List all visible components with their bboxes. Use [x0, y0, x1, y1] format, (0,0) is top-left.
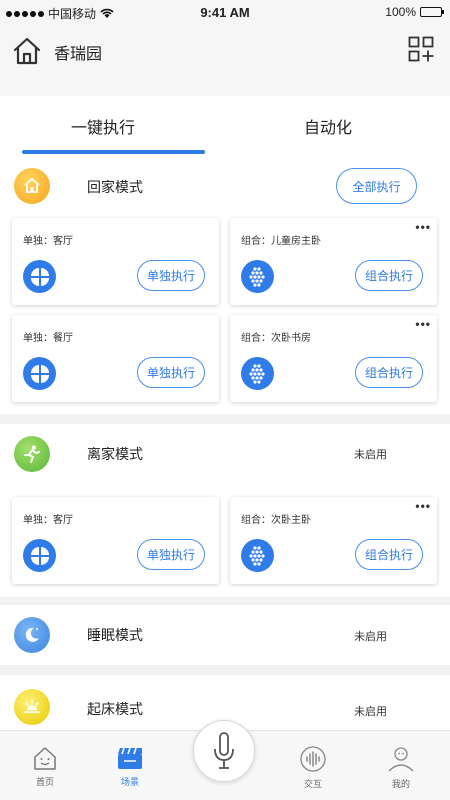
battery-icon — [420, 7, 444, 17]
scene-card[interactable]: 组合：次卧书房 ••• 组合执行 — [230, 315, 437, 402]
home-icon[interactable] — [12, 36, 42, 66]
sunrise-icon — [14, 689, 50, 725]
tabbar-label: 交互 — [303, 779, 322, 789]
clapperboard-icon — [118, 747, 142, 769]
home-face-icon — [34, 747, 56, 770]
more-icon[interactable]: ••• — [415, 318, 431, 330]
page-title: 香瑞园 — [54, 46, 103, 63]
status-time: 9:41 AM — [200, 5, 250, 20]
tab-indicator — [22, 150, 205, 154]
sound-wave-icon — [300, 746, 326, 772]
battery-percent: 100% — [385, 5, 416, 19]
scene-card[interactable]: 单独：餐厅 单独执行 — [12, 315, 219, 402]
run-single-button[interactable]: 单独执行 — [137, 539, 205, 570]
mode-status: 未启用 — [354, 449, 387, 461]
scene-card[interactable]: 组合：儿童房主卧 ••• 组合执行 — [230, 218, 437, 305]
person-icon — [388, 747, 414, 772]
card-label: 组合：次卧主卧 — [241, 515, 311, 526]
run-group-button[interactable]: 组合执行 — [355, 260, 423, 291]
tabbar-scene[interactable]: 场景 — [100, 745, 160, 795]
card-label: 组合：次卧书房 — [241, 333, 311, 344]
more-icon[interactable]: ••• — [415, 221, 431, 233]
mode-title: 离家模式 — [87, 446, 143, 462]
scene-card[interactable]: 组合：次卧主卧 ••• 组合执行 — [230, 497, 437, 584]
mode-section-away: 离家模式 未启用 单独：客厅 单独执行 组合：次卧主卧 ••• 组合执行 — [0, 424, 450, 597]
tabbar-label: 我的 — [391, 779, 410, 789]
running-person-icon — [14, 436, 50, 472]
status-bar: 中国移动 9:41 AM 100% — [0, 0, 450, 24]
card-label: 组合：儿童房主卧 — [241, 236, 321, 247]
mode-title: 睡眠模式 — [87, 627, 143, 643]
four-leaf-icon — [23, 539, 56, 572]
dot-grid-icon — [241, 357, 274, 390]
dot-grid-icon — [241, 260, 274, 293]
tabbar-home[interactable]: 首页 — [15, 745, 75, 795]
microphone-button[interactable] — [193, 720, 255, 782]
run-single-button[interactable]: 单独执行 — [137, 260, 205, 291]
mode-title: 回家模式 — [87, 179, 143, 195]
grid-add-icon[interactable] — [408, 36, 434, 62]
tabbar-label: 首页 — [35, 777, 54, 787]
tab-bar: 一键执行 自动化 — [0, 96, 450, 158]
mode-status: 未启用 — [354, 631, 387, 643]
mode-title: 起床模式 — [87, 701, 143, 717]
status-right: 100% — [385, 5, 444, 19]
mode-section-home: 回家模式 全部执行 单独：客厅 单独执行 组合：儿童房主卧 ••• 组合执行 单… — [0, 158, 450, 414]
mode-section-sleep[interactable]: 睡眠模式 未启用 — [0, 605, 450, 665]
card-label: 单独：客厅 — [23, 236, 73, 247]
four-leaf-icon — [23, 357, 56, 390]
tab-automation[interactable]: 自动化 — [228, 114, 428, 138]
home-mode-icon — [14, 168, 50, 204]
run-group-button[interactable]: 组合执行 — [355, 539, 423, 570]
header: 香瑞园 — [0, 24, 450, 96]
mode-status: 未启用 — [354, 706, 387, 718]
microphone-icon — [214, 732, 234, 769]
card-label: 单独：客厅 — [23, 515, 73, 526]
scene-card[interactable]: 单独：客厅 单独执行 — [12, 218, 219, 305]
card-label: 单独：餐厅 — [23, 333, 73, 344]
run-all-button[interactable]: 全部执行 — [336, 168, 417, 204]
tab-one-click[interactable]: 一键执行 — [3, 114, 203, 138]
run-group-button[interactable]: 组合执行 — [355, 357, 423, 388]
scene-card[interactable]: 单独：客厅 单独执行 — [12, 497, 219, 584]
tabbar-mine[interactable]: 我的 — [371, 745, 431, 795]
more-icon[interactable]: ••• — [415, 500, 431, 512]
tabbar-label: 场景 — [120, 777, 139, 787]
run-single-button[interactable]: 单独执行 — [137, 357, 205, 388]
four-leaf-icon — [23, 260, 56, 293]
tabbar-interact[interactable]: 交互 — [283, 745, 343, 795]
dot-grid-icon — [241, 539, 274, 572]
moon-icon — [14, 617, 50, 653]
